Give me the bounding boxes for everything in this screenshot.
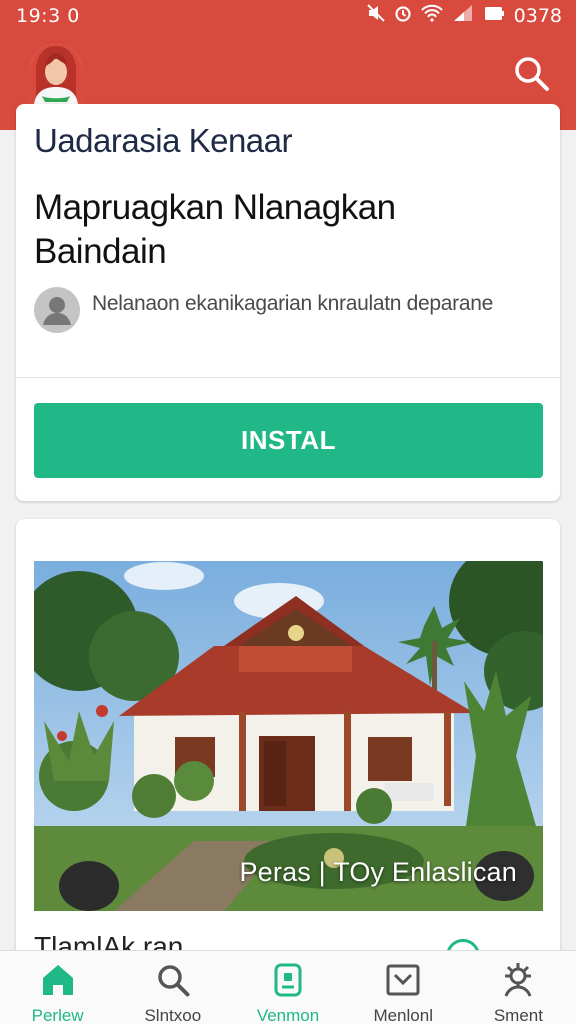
app-info-card: Uadarasia Kenaar Mapruagkan Nlanagkan Ba… <box>16 104 560 501</box>
nav-label: Slntxoo <box>144 1006 202 1024</box>
mute-icon <box>366 4 385 28</box>
signal-icon <box>452 4 474 28</box>
nav-label: Sment <box>493 1006 543 1024</box>
search-icon[interactable] <box>512 54 552 94</box>
inbox-icon <box>384 961 422 999</box>
nav-item-venmon[interactable]: Venmon <box>230 951 345 1024</box>
nav-item-sment[interactable]: Sment <box>461 951 576 1024</box>
battery-icon <box>483 4 505 28</box>
nav-item-menlonl[interactable]: Menlonl <box>346 951 461 1024</box>
nav-item-perlew[interactable]: Perlew <box>0 951 115 1024</box>
developer-line: Nelanaon ekanikagarian knraulatn deparan… <box>92 292 494 315</box>
battery-text: 0378 <box>513 5 562 27</box>
wifi-icon <box>420 4 443 28</box>
install-button[interactable]: INSTAL <box>34 403 543 478</box>
settings-icon <box>499 961 537 999</box>
divider <box>16 377 560 378</box>
app-headline: Mapruagkan Nlanagkan Baindain <box>34 188 396 271</box>
bottom-navigation: Perlew Slntxoo Venmon Menlonl Sment <box>0 950 576 1024</box>
nav-label: Menlonl <box>373 1006 433 1024</box>
status-time: 19:3 0 <box>16 5 80 27</box>
house-photo[interactable]: Peras | TOy Enlaslican <box>34 561 543 911</box>
alarm-icon <box>394 4 412 28</box>
photo-caption: Peras | TOy Enlaslican <box>239 857 517 887</box>
search-icon <box>154 961 192 999</box>
device-icon <box>269 961 307 999</box>
app-name: Uadarasia Kenaar <box>34 122 293 159</box>
developer-avatar-icon <box>34 287 80 333</box>
media-card: Peras | TOy Enlaslican TlamlAk ran <box>16 519 560 989</box>
nav-label: Venmon <box>256 1006 320 1024</box>
nav-item-slntxoo[interactable]: Slntxoo <box>115 951 230 1024</box>
home-icon <box>39 961 77 999</box>
nav-label: Perlew <box>31 1006 84 1024</box>
status-bar: 19:3 0 0378 <box>0 0 576 32</box>
profile-avatar[interactable] <box>30 44 82 104</box>
